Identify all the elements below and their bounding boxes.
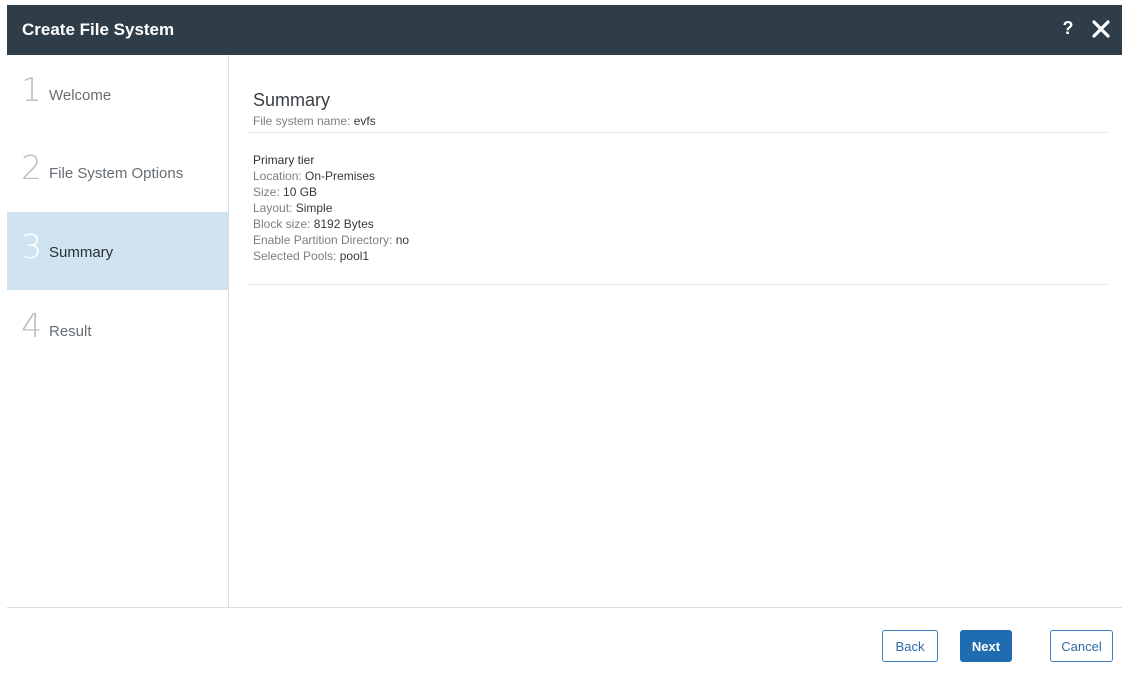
step-label: File System Options (49, 165, 184, 182)
create-file-system-dialog: Create File System ? 1 Welcome 2 File Sy… (7, 5, 1122, 677)
dialog-titlebar: Create File System ? (7, 5, 1122, 55)
help-icon[interactable]: ? (1059, 18, 1077, 40)
block-size-field: Block size: 8192 Bytes (253, 217, 374, 231)
footer-divider (7, 607, 1122, 608)
selected-pools-field: Selected Pools: pool1 (253, 249, 370, 263)
fs-name-value: evfs (353, 114, 376, 128)
fs-name-label: File system name: (253, 114, 351, 128)
step-number: 4 (21, 306, 42, 345)
next-button[interactable]: Next (960, 630, 1012, 662)
step-number: 2 (21, 148, 42, 187)
step-label: Summary (49, 244, 114, 261)
divider (248, 284, 1108, 285)
step-file-system-options[interactable]: 2 File System Options (7, 133, 228, 211)
size-field: Size: 10 GB (253, 185, 318, 199)
step-welcome[interactable]: 1 Welcome (7, 55, 228, 133)
file-system-name: File system name: evfs (253, 113, 376, 129)
summary-title: Summary (253, 90, 331, 110)
close-icon[interactable] (1090, 18, 1112, 40)
dialog-title: Create File System (22, 20, 175, 39)
cancel-button[interactable]: Cancel (1050, 630, 1113, 662)
step-number: 1 (21, 70, 42, 109)
location-field: Location: On-Premises (253, 169, 376, 183)
step-label: Result (49, 323, 92, 340)
step-label: Welcome (49, 87, 112, 104)
step-number: 3 (21, 227, 42, 266)
divider (248, 132, 1108, 133)
step-result[interactable]: 4 Result (7, 291, 228, 369)
primary-tier-section: Primary tier Location: On-Premises Size:… (253, 152, 409, 264)
summary-panel: Summary File system name: evfs Primary t… (248, 55, 1108, 607)
wizard-steps-sidebar: 1 Welcome 2 File System Options 3 Summar… (7, 55, 229, 607)
tier-title: Primary tier (253, 153, 315, 167)
step-summary[interactable]: 3 Summary (7, 212, 228, 290)
partition-directory-field: Enable Partition Directory: no (253, 233, 410, 247)
layout-field: Layout: Simple (253, 201, 333, 215)
back-button[interactable]: Back (882, 630, 938, 662)
